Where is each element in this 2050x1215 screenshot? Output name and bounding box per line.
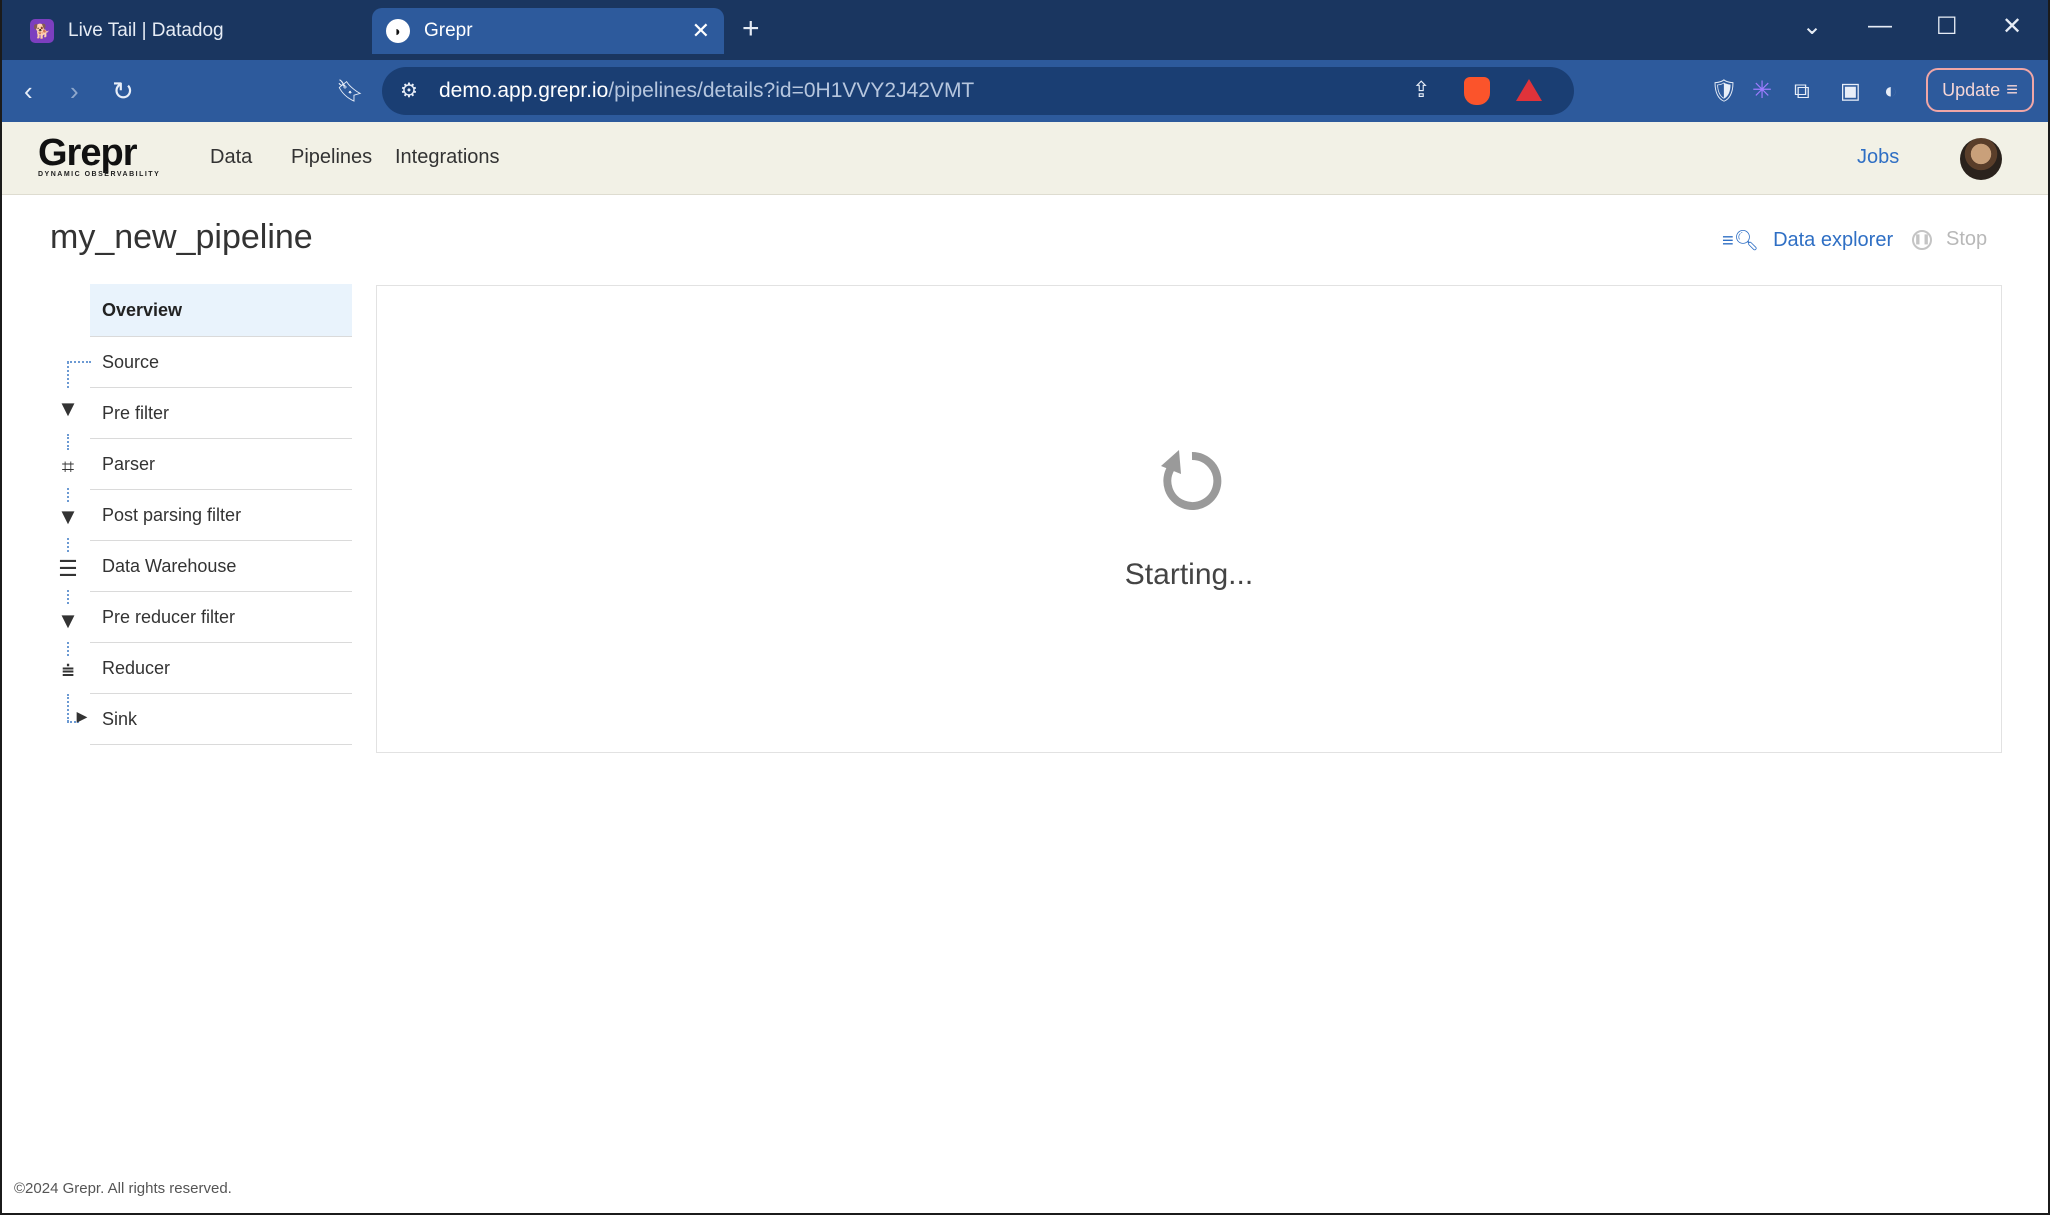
crop-icon: ⌗: [61, 454, 75, 479]
jobs-link[interactable]: Jobs: [1857, 146, 1899, 169]
browser-toolbar: ‹ › ↻ 🔖︎ ⚙ demo.app.grepr.io/pipelines/d…: [2, 60, 2048, 122]
url-text[interactable]: demo.app.grepr.io/pipelines/details?id=0…: [439, 79, 974, 103]
filter-icon: ▼: [57, 396, 79, 421]
window-close-icon[interactable]: ✕: [2002, 12, 2022, 41]
avatar[interactable]: [1960, 138, 2002, 180]
grepr-logo[interactable]: Grepr DYNAMIC OBSERVABILITY: [38, 132, 160, 178]
logo-text: Grepr: [38, 132, 137, 174]
extensions-icon[interactable]: ⧉: [1794, 74, 1810, 108]
pause-icon: ❚❚: [1912, 229, 1932, 250]
browser-window: 🐕 Live Tail | Datadog ◗ Grepr ✕ + ⌄ — ☐ …: [2, 0, 2048, 1213]
forward-icon[interactable]: ›: [70, 74, 79, 108]
tab-grepr[interactable]: ◗ Grepr ✕: [372, 8, 724, 54]
maximize-icon[interactable]: ☐: [1936, 12, 1958, 41]
pipeline-steps: Overview Source Pre filter Parser Post p…: [90, 284, 352, 745]
share-icon[interactable]: ⇪: [1412, 77, 1430, 103]
data-explorer-label: Data explorer: [1773, 229, 1894, 251]
grepr-icon: ◗: [386, 19, 410, 43]
filter-icon: ▼: [57, 504, 79, 529]
minimize-icon[interactable]: —: [1868, 12, 1892, 40]
update-button[interactable]: Update ≡: [1926, 68, 2034, 112]
leo-icon[interactable]: ◐: [1884, 74, 1897, 108]
stop-label: Stop: [1946, 228, 1988, 250]
status-text: Starting...: [1124, 558, 1254, 591]
close-icon[interactable]: ✕: [692, 18, 710, 44]
sidebar-icon[interactable]: ▣: [1840, 74, 1861, 108]
nav-integrations[interactable]: Integrations: [395, 146, 500, 169]
step-source[interactable]: Source: [90, 337, 352, 388]
page-title: my_new_pipeline: [50, 218, 313, 256]
step-parser[interactable]: Parser: [90, 439, 352, 490]
tab-search-icon[interactable]: ⌄: [1802, 12, 1822, 41]
url-host: demo.app.grepr.io: [439, 79, 609, 102]
back-icon[interactable]: ‹: [24, 74, 33, 108]
step-reducer[interactable]: Reducer: [90, 643, 352, 694]
url-path: /pipelines/details?id=0H1VVY2J42VMT: [608, 79, 975, 102]
datadog-icon: 🐕: [30, 19, 54, 43]
address-bar[interactable]: ⚙ demo.app.grepr.io/pipelines/details?id…: [382, 67, 1574, 115]
tab-datadog[interactable]: 🐕 Live Tail | Datadog: [16, 8, 356, 54]
compress-icon: ⩧: [61, 658, 75, 683]
update-label: Update: [1942, 79, 2001, 100]
reload-icon[interactable]: ↻: [112, 74, 134, 108]
loading-spinner-icon: [1161, 450, 1222, 510]
step-pre-reducer-filter[interactable]: Pre reducer filter: [90, 592, 352, 643]
stop-button[interactable]: ❚❚ Stop: [1912, 228, 1987, 251]
step-overview[interactable]: Overview: [90, 284, 352, 337]
extension-star-icon[interactable]: ✳: [1752, 74, 1772, 108]
bookmark-icon[interactable]: 🔖︎: [336, 74, 364, 108]
menu-icon: ≡: [2006, 78, 2018, 101]
app-header: Grepr DYNAMIC OBSERVABILITY Data Pipelin…: [2, 122, 2048, 195]
step-data-warehouse[interactable]: Data Warehouse: [90, 541, 352, 592]
brave-shields-icon[interactable]: [1464, 77, 1490, 105]
list-icon: ☰: [58, 556, 78, 581]
footer: ©2024 Grepr. All rights reserved.: [14, 1180, 232, 1197]
new-tab-icon[interactable]: +: [742, 12, 760, 46]
overview-panel: Starting...: [376, 285, 2002, 753]
step-sink[interactable]: Sink: [90, 694, 352, 745]
extension-shield-icon[interactable]: 🛡︎: [1710, 74, 1738, 108]
site-settings-icon[interactable]: ⚙: [400, 78, 418, 103]
step-post-parsing-filter[interactable]: Post parsing filter: [90, 490, 352, 541]
logo-tagline: DYNAMIC OBSERVABILITY: [38, 171, 161, 178]
tab-title: Live Tail | Datadog: [68, 20, 224, 41]
nav-pipelines[interactable]: Pipelines: [291, 146, 372, 169]
tab-bar: 🐕 Live Tail | Datadog ◗ Grepr ✕ + ⌄ — ☐ …: [2, 0, 2048, 60]
nav-data[interactable]: Data: [210, 146, 252, 169]
tab-title: Grepr: [424, 20, 473, 41]
data-explorer-icon: ≡🔍︎: [1722, 230, 1760, 252]
step-pre-filter[interactable]: Pre filter: [90, 388, 352, 439]
brave-rewards-icon[interactable]: [1516, 79, 1542, 101]
data-explorer-button[interactable]: ≡🔍︎ Data explorer: [1722, 228, 1893, 253]
filter-icon: ▼: [57, 608, 79, 633]
